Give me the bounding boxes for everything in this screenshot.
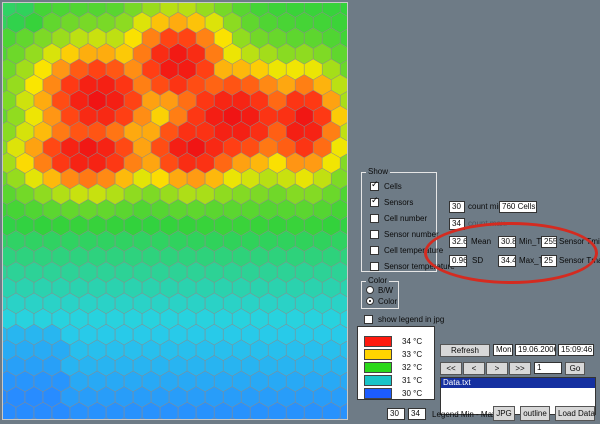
option-sensor-temperature-label: Sensor temperature: [384, 261, 455, 271]
color-group: Color B/W Color: [361, 276, 399, 309]
min-t-label: Min_T: [519, 237, 542, 246]
radio-bw[interactable]: [366, 286, 374, 294]
option-show-legend-jpg[interactable]: show legend in jpg: [364, 313, 444, 325]
legend-label: 30 °C: [402, 388, 423, 398]
legend-swatch: [364, 374, 392, 386]
option-bw[interactable]: B/W: [366, 285, 393, 295]
sensor-tmax-label: Sensor Tmax: [559, 256, 600, 265]
min-t-field[interactable]: 30.8: [498, 236, 516, 248]
temperature-legend: 34 °C 33 °C 32 °C 31 °C 30 °C: [357, 326, 435, 400]
nav-next-button[interactable]: >: [486, 362, 508, 375]
checkbox-show-legend-jpg[interactable]: [364, 314, 373, 324]
mean-label: Mean: [471, 237, 492, 246]
cell-heatmap-panel: [2, 2, 348, 420]
option-color-label: Color: [378, 296, 398, 306]
outline-button[interactable]: outline: [520, 406, 550, 421]
count-max-field[interactable]: 34: [449, 218, 465, 230]
cell-count-field[interactable]: 760 Cells: [499, 201, 537, 213]
option-cells[interactable]: Cells: [370, 180, 402, 192]
legend-swatch: [364, 387, 392, 399]
option-sensor-number[interactable]: Sensor number: [370, 228, 439, 240]
legend-min-max-label: Legend Min - Max: [432, 410, 497, 419]
legend-label: 34 °C: [402, 336, 423, 346]
checkbox-sensor-temperature[interactable]: [370, 261, 379, 271]
highlight-ellipse: [424, 222, 598, 284]
nav-prev-button[interactable]: <: [463, 362, 485, 375]
legend-entry: 34 °C: [364, 335, 422, 347]
nav-first-button[interactable]: <<: [440, 362, 462, 375]
count-max-label: count max.: [468, 219, 508, 228]
sd-label: SD: [472, 256, 484, 265]
load-data-button[interactable]: Load Data: [555, 406, 595, 421]
option-sensors[interactable]: Sensors: [370, 196, 413, 208]
jpg-button[interactable]: JPG: [493, 406, 515, 421]
option-bw-label: B/W: [378, 285, 394, 295]
day-field[interactable]: Mon: [493, 344, 513, 356]
checkbox-cells[interactable]: [370, 180, 379, 191]
option-show-legend-jpg-label: show legend in jpg: [378, 314, 445, 324]
refresh-button[interactable]: Refresh: [440, 344, 490, 357]
radio-color[interactable]: [366, 297, 374, 305]
list-item[interactable]: Data.txt: [441, 378, 595, 388]
option-sensor-temperature[interactable]: Sensor temperature: [370, 260, 455, 272]
option-cell-number-label: Cell number: [384, 213, 428, 223]
sensor-tmax-field[interactable]: 25: [541, 255, 557, 267]
nav-index-field[interactable]: 1: [534, 362, 562, 374]
option-cell-number[interactable]: Cell number: [370, 212, 427, 224]
legend-swatch: [364, 335, 392, 347]
legend-swatch: [364, 361, 392, 373]
nav-last-button[interactable]: >>: [509, 362, 531, 375]
legend-entry: 33 °C: [364, 348, 422, 360]
legend-entry: 32 °C: [364, 361, 422, 373]
legend-swatch: [364, 348, 392, 360]
color-group-title: Color: [366, 276, 390, 285]
option-sensor-number-label: Sensor number: [384, 229, 439, 239]
mean-field[interactable]: 32.6: [449, 236, 467, 248]
option-sensors-label: Sensors: [384, 197, 414, 207]
show-group: Show Cells Sensors Cell number Sensor nu…: [361, 167, 455, 272]
sd-field[interactable]: 0.96: [449, 255, 467, 267]
max-t-label: Max_T: [519, 256, 544, 265]
checkbox-cell-number[interactable]: [370, 213, 379, 223]
legend-label: 32 °C: [402, 362, 423, 372]
go-button[interactable]: Go: [565, 362, 585, 375]
legend-label: 31 °C: [402, 375, 423, 385]
option-color[interactable]: Color: [366, 296, 397, 306]
option-cells-label: Cells: [384, 181, 402, 191]
hex-cell-map: [3, 3, 347, 419]
count-min-field[interactable]: 30: [449, 201, 465, 213]
option-cell-temperature[interactable]: Cell temperature: [370, 244, 443, 256]
legend-max-field[interactable]: 34: [408, 408, 426, 420]
legend-min-field[interactable]: 30: [387, 408, 405, 420]
legend-label: 33 °C: [402, 349, 423, 359]
checkbox-sensor-number[interactable]: [370, 229, 379, 239]
show-group-title: Show: [366, 167, 391, 176]
legend-entry: 30 °C: [364, 387, 422, 399]
legend-entry: 31 °C: [364, 374, 422, 386]
time-field[interactable]: 15:09:46: [558, 344, 594, 356]
date-field[interactable]: 19.06.2006: [515, 344, 556, 356]
max-t-field[interactable]: 34.4: [498, 255, 516, 267]
sensor-tmin-label: Sensor Tmin: [559, 237, 600, 246]
option-cell-temperature-label: Cell temperature: [384, 245, 444, 255]
checkbox-cell-temperature[interactable]: [370, 245, 379, 255]
checkbox-sensors[interactable]: [370, 196, 379, 207]
sensor-tmin-field[interactable]: 255: [541, 236, 557, 248]
